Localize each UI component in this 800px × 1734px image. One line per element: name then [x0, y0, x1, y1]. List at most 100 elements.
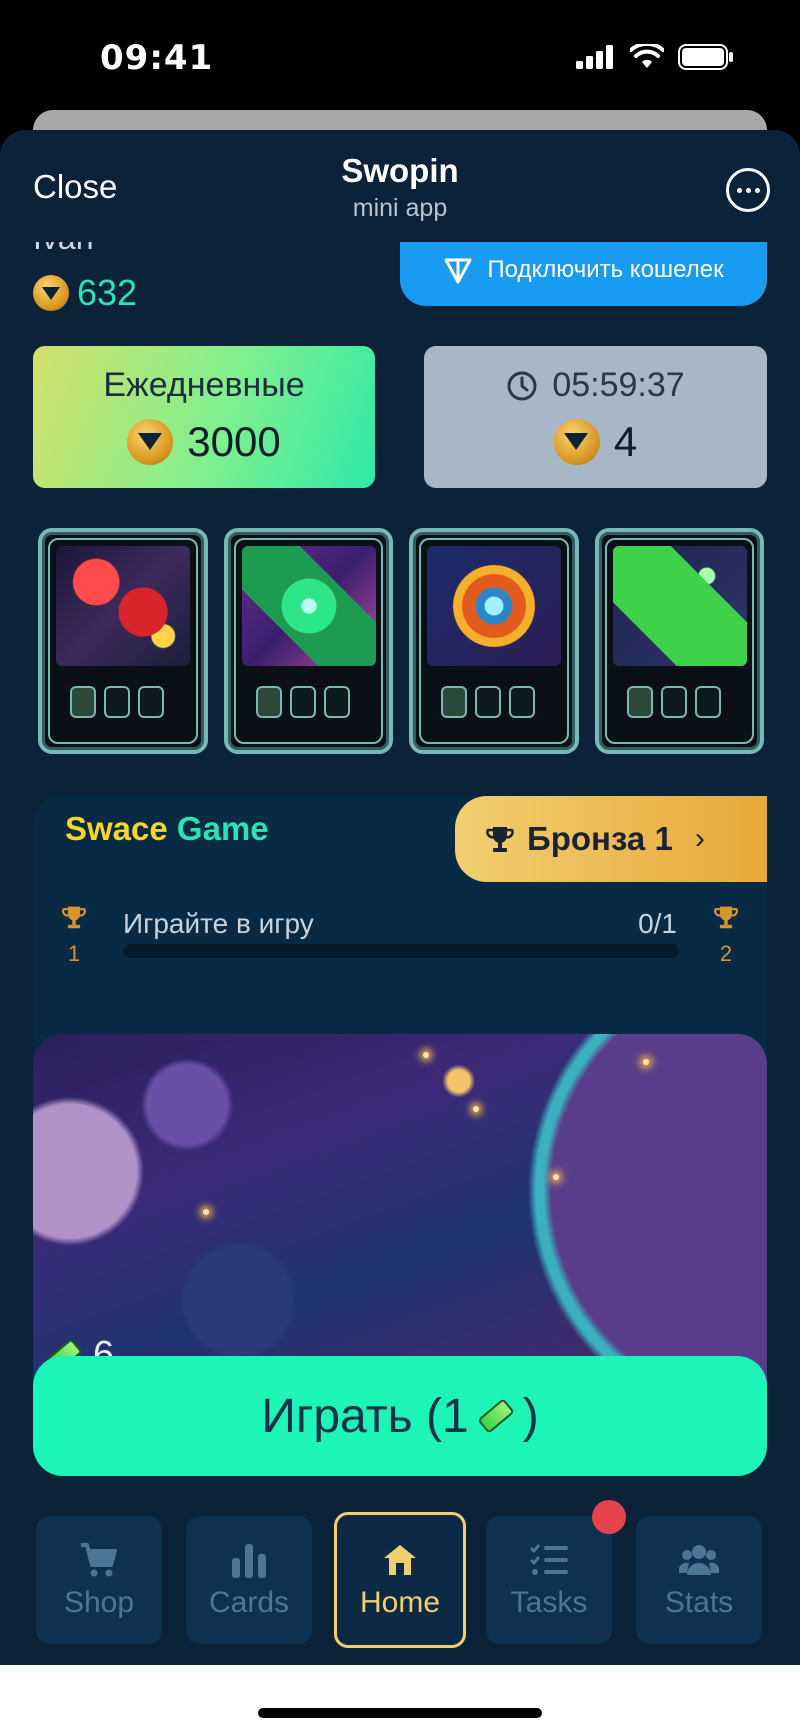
nav-home[interactable]: Home: [334, 1512, 466, 1648]
level-from: 1: [67, 941, 81, 966]
home-indicator-area: [0, 1665, 800, 1734]
nav-cards[interactable]: Cards: [186, 1516, 312, 1644]
daily-reward-card[interactable]: Ежедневные 3000: [33, 346, 375, 488]
mini-app-header: Close Swopin mini app: [0, 130, 800, 242]
nav-shop-label: Shop: [63, 1586, 135, 1619]
trophy-icon: [714, 906, 738, 929]
game-title: Swace Game: [65, 810, 269, 848]
home-icon: [384, 1545, 416, 1575]
magnet-art: [56, 546, 190, 666]
nav-stats-label: Stats: [664, 1586, 734, 1619]
dot-icon: [745, 187, 751, 193]
play-label-end: ): [522, 1389, 539, 1443]
card-slots: [626, 686, 721, 718]
timer-card[interactable]: 05:59:37 4: [424, 346, 767, 488]
checklist-icon: [529, 1544, 568, 1575]
status-icons: [576, 44, 734, 70]
bottom-nav: Shop Cards Home Tasks Stats: [0, 1500, 800, 1665]
slot-filled: [255, 686, 282, 718]
star-sparkle: [423, 1052, 429, 1058]
star-sparkle: [553, 1174, 559, 1180]
emerald-card[interactable]: [223, 528, 393, 754]
slot-empty: [509, 686, 535, 718]
slot-empty: [660, 686, 687, 718]
mandala-art: [427, 546, 561, 666]
dot-icon: [736, 187, 742, 193]
battery-icon: [678, 44, 733, 70]
rank-label: Бронза 1: [527, 820, 673, 857]
bar-chart-icon: [232, 1544, 266, 1578]
more-options-button[interactable]: [726, 168, 770, 212]
task-progress-bar: [123, 944, 679, 958]
nav-home-label: Home: [359, 1586, 441, 1619]
nav-tasks-label: Tasks: [510, 1586, 588, 1619]
card-slots: [70, 686, 164, 718]
nav-shop[interactable]: Shop: [36, 1516, 162, 1644]
emerald-art: [241, 546, 376, 666]
level-to: 2: [719, 941, 733, 966]
star-sparkle: [203, 1209, 209, 1215]
app-title: Swopin: [341, 152, 459, 189]
dot-icon: [754, 187, 760, 193]
home-content: Ivan 632 Подключить кошелек Ежедневные 3…: [0, 220, 800, 1665]
game-panel: Swace Game Бронза 1 › 1 Играйте в игру 0…: [33, 796, 767, 1426]
play-label: Играть (1: [261, 1389, 469, 1443]
card-slots: [255, 686, 350, 718]
battery-card[interactable]: [594, 528, 764, 754]
timer-reward: 4: [424, 418, 767, 466]
connect-wallet-button[interactable]: Подключить кошелек: [400, 234, 767, 306]
card-slots: [441, 686, 535, 718]
nav-stats[interactable]: Stats: [636, 1516, 762, 1644]
daily-reward-value: 3000: [187, 418, 281, 465]
play-button[interactable]: Играть (1 ): [33, 1356, 767, 1476]
mini-app-sheet: Close Swopin mini app Ivan 632 Подключит…: [0, 130, 800, 1665]
slot-empty: [475, 686, 501, 718]
coin-icon: [33, 275, 69, 311]
battery-art: [612, 546, 747, 666]
chevron-right-icon: ›: [694, 822, 705, 855]
cart-icon: [81, 1543, 117, 1577]
game-title-part2: Game: [176, 810, 269, 847]
status-time: 09:41: [100, 38, 214, 78]
star-sparkle: [643, 1059, 649, 1065]
slot-empty: [138, 686, 164, 718]
task-label: Играйте в игру: [123, 908, 314, 939]
notification-badge: [592, 1500, 626, 1534]
users-icon: [679, 1545, 719, 1575]
home-indicator[interactable]: [258, 1708, 542, 1718]
slot-filled: [70, 686, 96, 718]
daily-reward: 3000: [33, 418, 375, 466]
phone-screen: 09:41 Close Swopin mini app Ivan 632 Под…: [0, 0, 800, 1734]
coin-icon: [127, 419, 174, 465]
rank-button[interactable]: Бронза 1 ›: [455, 796, 767, 882]
user-balance: 632: [33, 272, 137, 314]
task-progress: 0/1: [638, 908, 677, 939]
timer-count-value: 4: [613, 418, 638, 465]
balance-value: 632: [77, 272, 138, 313]
clock-icon: [507, 371, 537, 400]
slot-empty: [694, 686, 721, 718]
ton-icon: [444, 258, 472, 284]
wifi-icon: [630, 44, 664, 68]
daily-title: Ежедневные: [103, 366, 305, 404]
slot-empty: [323, 686, 350, 718]
app-subtitle: mini app: [352, 194, 448, 222]
signal-icon: [576, 45, 613, 69]
star-sparkle: [473, 1106, 479, 1112]
level-start: 1: [61, 904, 87, 967]
level-end: 2: [713, 904, 739, 967]
slot-filled: [626, 686, 653, 718]
nav-tasks[interactable]: Tasks: [486, 1516, 612, 1644]
ticket-icon: [476, 1398, 515, 1434]
connect-wallet-label: Подключить кошелек: [487, 256, 724, 283]
boost-cards: [38, 528, 764, 754]
trophy-icon: [62, 906, 86, 929]
coin-icon: [553, 419, 600, 465]
mandala-card[interactable]: [409, 528, 579, 754]
game-title-part1: Swace: [65, 810, 168, 847]
timer-countdown: 05:59:37: [424, 366, 767, 405]
slot-empty: [289, 686, 316, 718]
magnet-card[interactable]: [38, 528, 208, 754]
slot-empty: [104, 686, 130, 718]
status-bar: 09:41: [0, 0, 800, 110]
